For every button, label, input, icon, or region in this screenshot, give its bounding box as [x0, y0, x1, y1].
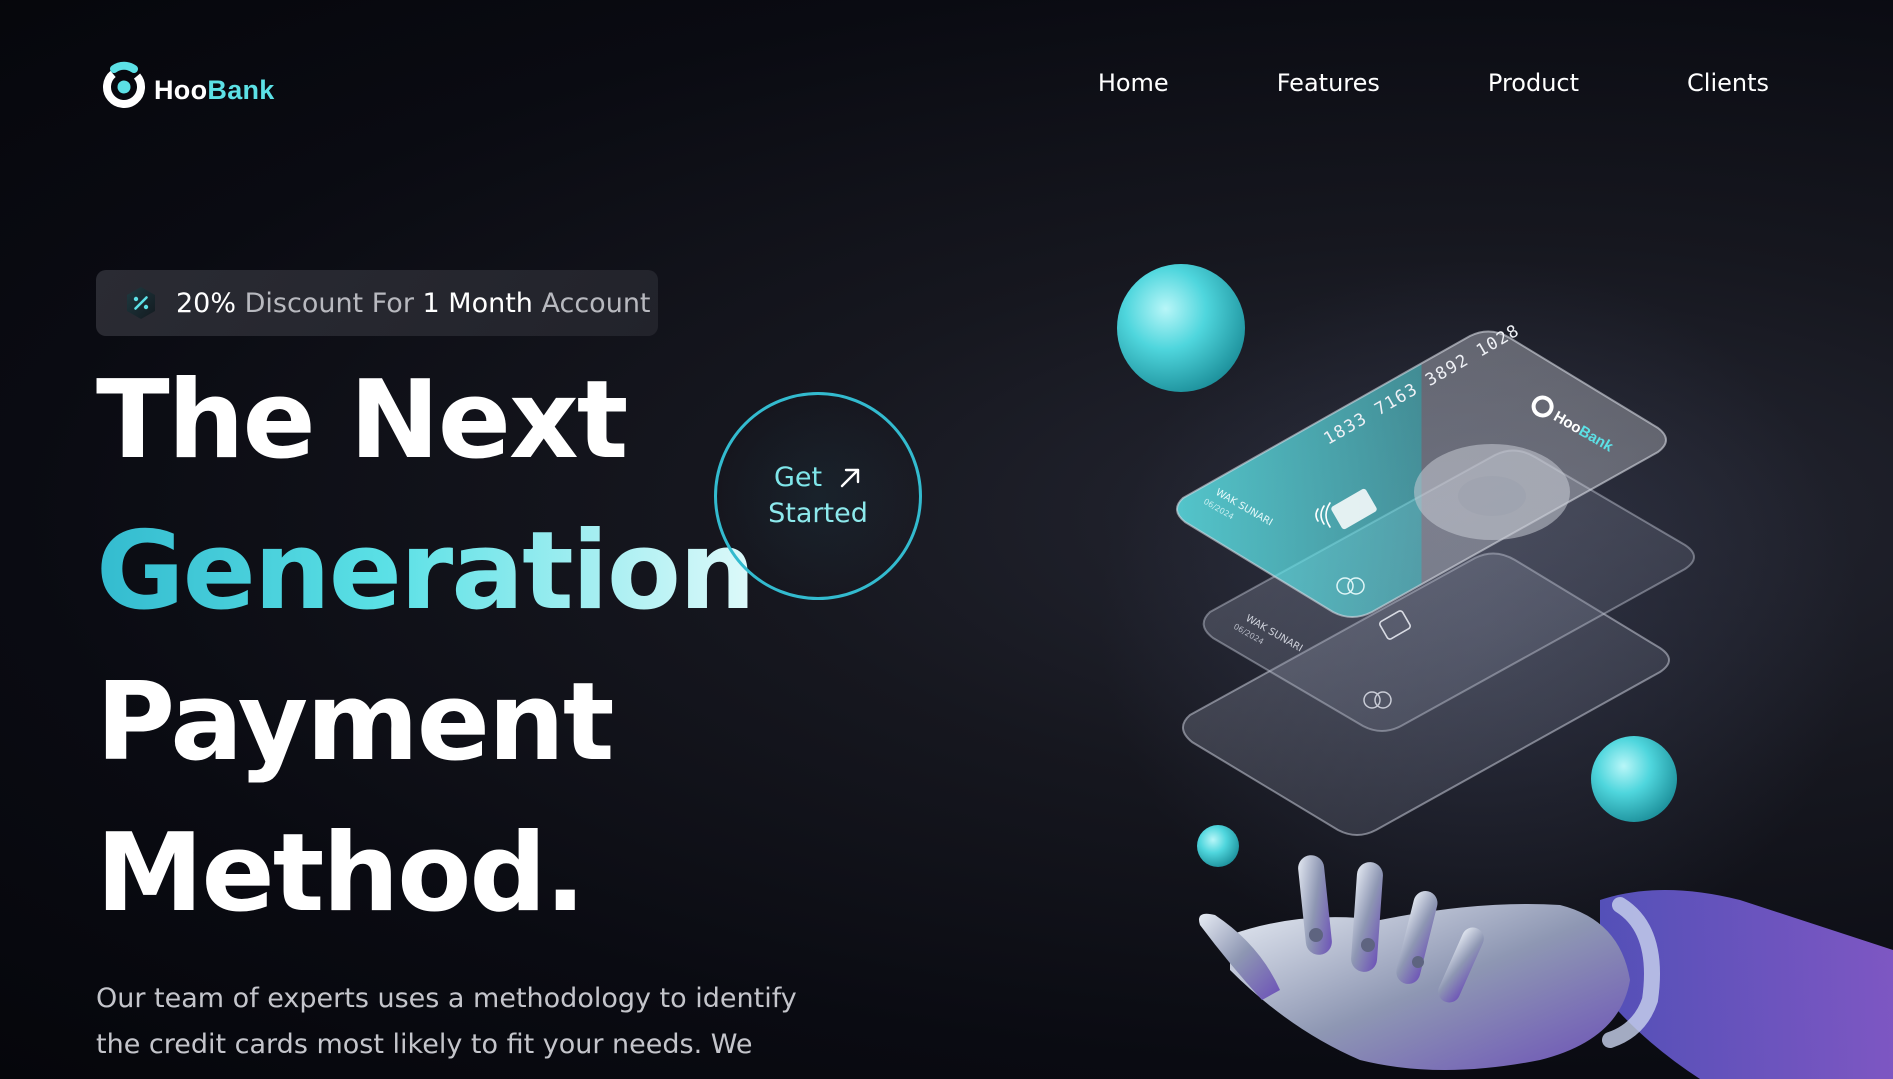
- discount-duration: 1 Month: [422, 287, 533, 319]
- hero-title-line-2: Generation: [96, 497, 756, 647]
- discount-text: 20% Discount For 1 Month Account: [176, 288, 651, 319]
- brand-logo[interactable]: HooBank: [100, 60, 275, 110]
- discount-label-2: Account: [541, 287, 651, 319]
- hero-title-line-4: Method.: [96, 811, 586, 936]
- robot-joint-2: [1361, 938, 1375, 952]
- sphere-medium: [1591, 736, 1677, 822]
- robot-joint-1: [1309, 928, 1323, 942]
- discount-percent-icon: [127, 287, 155, 319]
- main-nav: Home Features Product Clients: [1098, 66, 1769, 100]
- sphere-large: [1117, 264, 1245, 392]
- arrow-up-right-icon: [840, 468, 860, 488]
- nav-home[interactable]: Home: [1098, 66, 1169, 100]
- discount-banner: 20% Discount For 1 Month Account: [96, 270, 658, 336]
- hero-title-line-3: Payment: [96, 660, 615, 785]
- hero-description: Our team of experts uses a methodology t…: [96, 983, 797, 1060]
- get-started-label-1: Get: [773, 462, 823, 493]
- card-hologram-inner: [1458, 476, 1526, 516]
- get-started-label-2: Started: [768, 498, 868, 529]
- nav-features[interactable]: Features: [1277, 66, 1380, 100]
- sphere-small: [1197, 825, 1239, 867]
- discount-label-1: Discount For: [244, 287, 414, 319]
- discount-percent: 20%: [176, 287, 237, 319]
- nav-product[interactable]: Product: [1488, 66, 1579, 100]
- brand-name: HooBank: [154, 75, 275, 106]
- hero-title-line-1: The Next: [96, 358, 628, 483]
- brand-name-part1: Hoo: [154, 74, 208, 105]
- landing-page: HooBank Home Features Product Clients 20…: [0, 0, 1893, 1079]
- brand-name-part2: Bank: [207, 74, 275, 105]
- get-started-button[interactable]: Get Started: [714, 392, 922, 600]
- hero-illustration: WAK SUNARI 06/2024 1833 7163 3892 1028 H…: [1100, 260, 1893, 1079]
- nav-clients[interactable]: Clients: [1687, 66, 1769, 100]
- robot-joint-3: [1412, 956, 1424, 968]
- hoobank-logo-icon: [103, 61, 145, 108]
